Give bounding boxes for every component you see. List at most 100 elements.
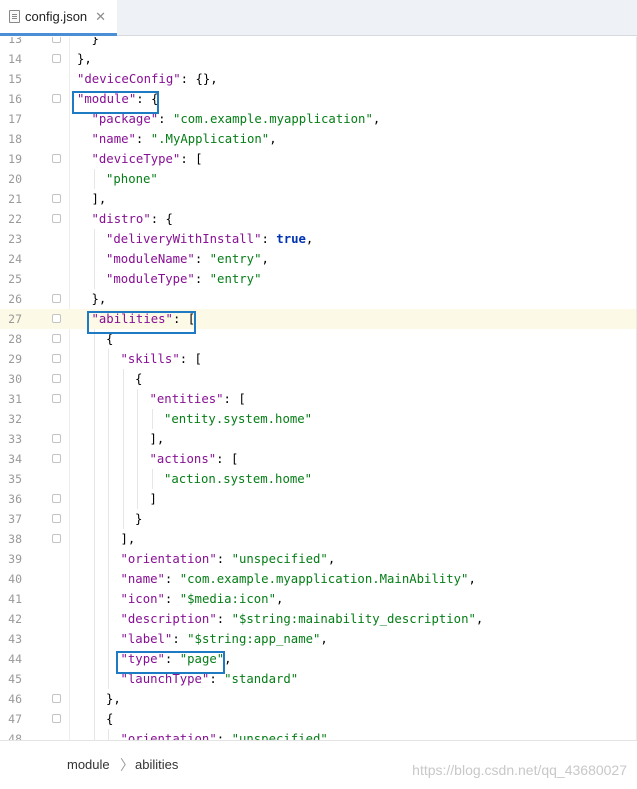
line-number: 13 [8,37,22,46]
line-number: 31 [8,392,22,406]
code-line-46[interactable]: 46}, [0,689,637,709]
fold-toggle-icon[interactable] [52,694,61,703]
code-line-14[interactable]: 14}, [0,49,637,69]
line-number: 30 [8,372,22,386]
line-number: 25 [8,272,22,286]
line-number: 20 [8,172,22,186]
fold-toggle-icon[interactable] [52,194,61,203]
tab-config-json[interactable]: config.json ✕ [0,0,117,36]
fold-toggle-icon[interactable] [52,37,61,43]
code-line-39[interactable]: 39 "orientation": "unspecified", [0,549,637,569]
indent-guide [137,429,138,449]
fold-toggle-icon[interactable] [52,434,61,443]
code-line-29[interactable]: 29 "skills": [ [0,349,637,369]
fold-toggle-icon[interactable] [52,154,61,163]
fold-toggle-icon[interactable] [52,214,61,223]
line-number: 32 [8,412,22,426]
code-line-37[interactable]: 37} [0,509,637,529]
fold-toggle-icon[interactable] [52,714,61,723]
code-line-41[interactable]: 41 "icon": "$media:icon", [0,589,637,609]
indent-guide [108,629,109,649]
code-line-33[interactable]: 33], [0,429,637,449]
indent-guide [93,369,95,389]
fold-toggle-icon[interactable] [52,394,61,403]
indent-guide [108,469,109,489]
fold-toggle-icon[interactable] [52,314,61,323]
tab-filename: config.json [25,9,88,24]
highlight-box-line-44 [115,651,226,674]
line-number: 47 [8,712,22,726]
code-line-40[interactable]: 40 "name": "com.example.myapplication.Mai… [0,569,637,589]
code-line-35[interactable]: 35 "action.system.home" [0,469,637,489]
code-line-25[interactable]: 25 "moduleType": "entry" [0,269,637,289]
code-line-32[interactable]: 32 "entity.system.home" [0,409,637,429]
line-number: 23 [8,232,22,246]
line-number: 18 [8,132,22,146]
fold-toggle-icon[interactable] [52,374,61,383]
code-line-23[interactable]: 23 "deliveryWithInstall": true, [0,229,637,249]
indent-guide [108,369,109,389]
line-number: 35 [8,472,22,486]
indent-guide [93,449,95,469]
code-line-13[interactable]: 13} [0,37,637,49]
code-line-21[interactable]: 21], [0,189,637,209]
code-text: "distro": { [91,212,173,226]
code-text: } [91,37,99,46]
code-line-19[interactable]: 19 "deviceType": [ [0,149,637,169]
code-line-43[interactable]: 43 "label": "$string:app_name", [0,629,637,649]
line-number: 17 [8,112,22,126]
fold-toggle-icon[interactable] [52,354,61,363]
code-line-42[interactable]: 42 "description": "$string:mainability_de… [0,609,637,629]
fold-toggle-icon[interactable] [52,454,61,463]
code-text: "description": "$string:mainability_desc… [120,612,484,626]
line-number: 48 [8,732,22,740]
fold-toggle-icon[interactable] [52,94,61,103]
code-line-34[interactable]: 34 "actions": [ [0,449,637,469]
indent-guide [93,589,95,609]
breadcrumb-item-abilities[interactable]: abilities [135,757,178,772]
code-line-24[interactable]: 24 "moduleName": "entry", [0,249,637,269]
fold-toggle-icon[interactable] [52,334,61,343]
indent-guide [108,649,109,669]
code-editor[interactable]: 13} 14}, 15 "deviceConfig": {}, 16 "module": … [0,37,637,740]
code-line-20[interactable]: 20 "phone" [0,169,637,189]
fold-toggle-icon[interactable] [52,514,61,523]
indent-guide [122,449,124,469]
code-line-26[interactable]: 26}, [0,289,637,309]
code-line-22[interactable]: 22 "distro": { [0,209,637,229]
close-icon[interactable]: ✕ [95,9,106,25]
indent-guide [93,729,95,740]
code-text: { [106,712,114,726]
fold-toggle-icon[interactable] [52,534,61,543]
indent-guide [108,569,109,589]
code-text: "label": "$string:app_name", [120,632,328,646]
code-line-15[interactable]: 15 "deviceConfig": {}, [0,69,637,89]
line-number: 14 [8,52,22,66]
indent-guide [137,409,138,429]
line-number: 38 [8,532,22,546]
line-number: 26 [8,292,22,306]
code-line-38[interactable]: 38], [0,529,637,549]
line-number: 45 [8,672,22,686]
indent-guide [93,429,95,449]
code-text: "entities": [ [149,392,246,406]
fold-toggle-icon[interactable] [52,294,61,303]
code-line-44[interactable]: 44 "type": "page", [0,649,637,669]
breadcrumb-item-module[interactable]: module [67,757,110,772]
code-line-36[interactable]: 36] [0,489,637,509]
indent-guide [93,169,95,189]
code-line-18[interactable]: 18 "name": ".MyApplication", [0,129,637,149]
code-line-45[interactable]: 45 "launchType": "standard" [0,669,637,689]
indent-guide [108,669,109,689]
code-line-47[interactable]: 47 { [0,709,637,729]
editor-tab-bar: config.json ✕ [0,0,637,36]
code-line-48[interactable]: 48 "orientation": "unspecified" [0,729,637,740]
indent-guide [93,529,95,549]
indent-guide [108,509,109,529]
code-line-31[interactable]: 31 "entities": [ [0,389,637,409]
indent-guide [93,669,95,689]
fold-toggle-icon[interactable] [52,494,61,503]
code-line-30[interactable]: 30 { [0,369,637,389]
fold-toggle-icon[interactable] [52,54,61,63]
line-number: 21 [8,192,22,206]
